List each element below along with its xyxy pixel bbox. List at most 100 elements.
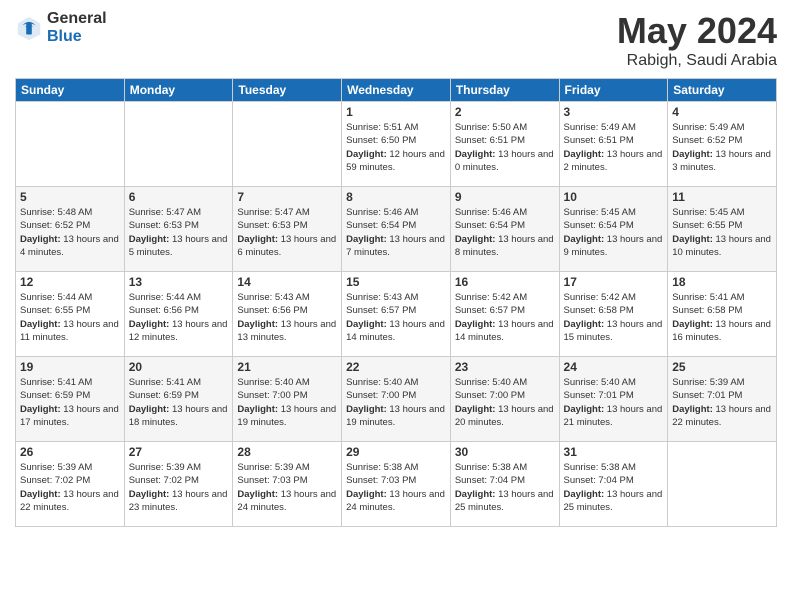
- day-info: Sunrise: 5:43 AMSunset: 6:56 PMDaylight:…: [237, 291, 337, 344]
- day-number: 10: [564, 190, 664, 204]
- day-info: Sunrise: 5:47 AMSunset: 6:53 PMDaylight:…: [237, 206, 337, 259]
- logo-icon: [15, 14, 43, 42]
- calendar-table: Sunday Monday Tuesday Wednesday Thursday…: [15, 78, 777, 527]
- day-info: Sunrise: 5:44 AMSunset: 6:56 PMDaylight:…: [129, 291, 229, 344]
- page: General Blue May 2024 Rabigh, Saudi Arab…: [0, 0, 792, 612]
- day-info: Sunrise: 5:40 AMSunset: 7:01 PMDaylight:…: [564, 376, 664, 429]
- day-cell: 3 Sunrise: 5:49 AMSunset: 6:51 PMDaylight…: [559, 102, 668, 187]
- title-block: May 2024 Rabigh, Saudi Arabia: [617, 10, 777, 70]
- day-number: 9: [455, 190, 555, 204]
- day-cell: 7 Sunrise: 5:47 AMSunset: 6:53 PMDaylight…: [233, 187, 342, 272]
- day-number: 2: [455, 105, 555, 119]
- day-cell: [233, 102, 342, 187]
- day-cell: 25 Sunrise: 5:39 AMSunset: 7:01 PMDayligh…: [668, 357, 777, 442]
- day-info: Sunrise: 5:40 AMSunset: 7:00 PMDaylight:…: [237, 376, 337, 429]
- week-row-1: 1 Sunrise: 5:51 AMSunset: 6:50 PMDaylight…: [16, 102, 777, 187]
- day-cell: 5 Sunrise: 5:48 AMSunset: 6:52 PMDaylight…: [16, 187, 125, 272]
- col-saturday: Saturday: [668, 79, 777, 102]
- location: Rabigh, Saudi Arabia: [617, 52, 777, 70]
- week-row-3: 12 Sunrise: 5:44 AMSunset: 6:55 PMDayligh…: [16, 272, 777, 357]
- col-sunday: Sunday: [16, 79, 125, 102]
- day-info: Sunrise: 5:45 AMSunset: 6:54 PMDaylight:…: [564, 206, 664, 259]
- day-info: Sunrise: 5:40 AMSunset: 7:00 PMDaylight:…: [346, 376, 446, 429]
- day-number: 19: [20, 360, 120, 374]
- day-cell: 15Sunrise: 5:43 AMSunset: 6:57 PMDayligh…: [342, 272, 451, 357]
- day-info: Sunrise: 5:41 AMSunset: 6:58 PMDaylight:…: [672, 291, 772, 344]
- day-cell: 23 Sunrise: 5:40 AMSunset: 7:00 PMDayligh…: [450, 357, 559, 442]
- day-number: 12: [20, 275, 120, 289]
- day-number: 14: [237, 275, 337, 289]
- week-row-4: 19 Sunrise: 5:41 AMSunset: 6:59 PMDayligh…: [16, 357, 777, 442]
- day-info: Sunrise: 5:39 AMSunset: 7:01 PMDaylight:…: [672, 376, 772, 429]
- day-cell: 13Sunrise: 5:44 AMSunset: 6:56 PMDayligh…: [124, 272, 233, 357]
- day-cell: 30Sunrise: 5:38 AMSunset: 7:04 PMDayligh…: [450, 442, 559, 527]
- day-cell: 11 Sunrise: 5:45 AMSunset: 6:55 PMDayligh…: [668, 187, 777, 272]
- day-cell: 29 Sunrise: 5:38 AMSunset: 7:03 PMDayligh…: [342, 442, 451, 527]
- day-info: Sunrise: 5:39 AMSunset: 7:02 PMDaylight:…: [129, 461, 229, 514]
- day-cell: 27 Sunrise: 5:39 AMSunset: 7:02 PMDayligh…: [124, 442, 233, 527]
- week-row-2: 5 Sunrise: 5:48 AMSunset: 6:52 PMDaylight…: [16, 187, 777, 272]
- day-cell: [668, 442, 777, 527]
- day-cell: 14 Sunrise: 5:43 AMSunset: 6:56 PMDayligh…: [233, 272, 342, 357]
- day-cell: 20 Sunrise: 5:41 AMSunset: 6:59 PMDayligh…: [124, 357, 233, 442]
- day-number: 31: [564, 445, 664, 459]
- header-row: Sunday Monday Tuesday Wednesday Thursday…: [16, 79, 777, 102]
- day-info: Sunrise: 5:43 AMSunset: 6:57 PMDaylight:…: [346, 291, 446, 344]
- day-cell: 28Sunrise: 5:39 AMSunset: 7:03 PMDayligh…: [233, 442, 342, 527]
- day-cell: 31Sunrise: 5:38 AMSunset: 7:04 PMDayligh…: [559, 442, 668, 527]
- day-number: 5: [20, 190, 120, 204]
- day-info: Sunrise: 5:45 AMSunset: 6:55 PMDaylight:…: [672, 206, 772, 259]
- day-info: Sunrise: 5:38 AMSunset: 7:03 PMDaylight:…: [346, 461, 446, 514]
- week-row-5: 26 Sunrise: 5:39 AMSunset: 7:02 PMDayligh…: [16, 442, 777, 527]
- day-info: Sunrise: 5:42 AMSunset: 6:58 PMDaylight:…: [564, 291, 664, 344]
- day-number: 16: [455, 275, 555, 289]
- day-cell: 1 Sunrise: 5:51 AMSunset: 6:50 PMDaylight…: [342, 102, 451, 187]
- day-info: Sunrise: 5:40 AMSunset: 7:00 PMDaylight:…: [455, 376, 555, 429]
- logo-general-text: General: [47, 10, 107, 28]
- day-info: Sunrise: 5:41 AMSunset: 6:59 PMDaylight:…: [129, 376, 229, 429]
- day-cell: 9 Sunrise: 5:46 AMSunset: 6:54 PMDaylight…: [450, 187, 559, 272]
- day-number: 21: [237, 360, 337, 374]
- day-number: 22: [346, 360, 446, 374]
- day-number: 25: [672, 360, 772, 374]
- day-info: Sunrise: 5:51 AMSunset: 6:50 PMDaylight:…: [346, 121, 446, 174]
- day-cell: 4 Sunrise: 5:49 AMSunset: 6:52 PMDaylight…: [668, 102, 777, 187]
- day-number: 24: [564, 360, 664, 374]
- day-info: Sunrise: 5:49 AMSunset: 6:52 PMDaylight:…: [672, 121, 772, 174]
- day-info: Sunrise: 5:48 AMSunset: 6:52 PMDaylight:…: [20, 206, 120, 259]
- day-number: 26: [20, 445, 120, 459]
- day-number: 30: [455, 445, 555, 459]
- col-monday: Monday: [124, 79, 233, 102]
- day-number: 8: [346, 190, 446, 204]
- day-info: Sunrise: 5:39 AMSunset: 7:02 PMDaylight:…: [20, 461, 120, 514]
- day-number: 23: [455, 360, 555, 374]
- day-number: 4: [672, 105, 772, 119]
- day-cell: [124, 102, 233, 187]
- day-number: 27: [129, 445, 229, 459]
- day-info: Sunrise: 5:41 AMSunset: 6:59 PMDaylight:…: [20, 376, 120, 429]
- day-cell: 24 Sunrise: 5:40 AMSunset: 7:01 PMDayligh…: [559, 357, 668, 442]
- day-cell: 26 Sunrise: 5:39 AMSunset: 7:02 PMDayligh…: [16, 442, 125, 527]
- day-cell: 16Sunrise: 5:42 AMSunset: 6:57 PMDayligh…: [450, 272, 559, 357]
- day-cell: 22 Sunrise: 5:40 AMSunset: 7:00 PMDayligh…: [342, 357, 451, 442]
- day-cell: [16, 102, 125, 187]
- day-number: 20: [129, 360, 229, 374]
- day-info: Sunrise: 5:46 AMSunset: 6:54 PMDaylight:…: [455, 206, 555, 259]
- day-number: 1: [346, 105, 446, 119]
- day-info: Sunrise: 5:49 AMSunset: 6:51 PMDaylight:…: [564, 121, 664, 174]
- day-cell: 6Sunrise: 5:47 AMSunset: 6:53 PMDaylight…: [124, 187, 233, 272]
- day-info: Sunrise: 5:46 AMSunset: 6:54 PMDaylight:…: [346, 206, 446, 259]
- col-friday: Friday: [559, 79, 668, 102]
- col-tuesday: Tuesday: [233, 79, 342, 102]
- day-number: 29: [346, 445, 446, 459]
- header: General Blue May 2024 Rabigh, Saudi Arab…: [15, 10, 777, 70]
- logo-blue-text: Blue: [47, 28, 107, 46]
- day-cell: 10 Sunrise: 5:45 AMSunset: 6:54 PMDayligh…: [559, 187, 668, 272]
- day-number: 18: [672, 275, 772, 289]
- day-number: 7: [237, 190, 337, 204]
- day-info: Sunrise: 5:50 AMSunset: 6:51 PMDaylight:…: [455, 121, 555, 174]
- logo: General Blue: [15, 10, 107, 45]
- day-info: Sunrise: 5:44 AMSunset: 6:55 PMDaylight:…: [20, 291, 120, 344]
- day-number: 11: [672, 190, 772, 204]
- day-number: 3: [564, 105, 664, 119]
